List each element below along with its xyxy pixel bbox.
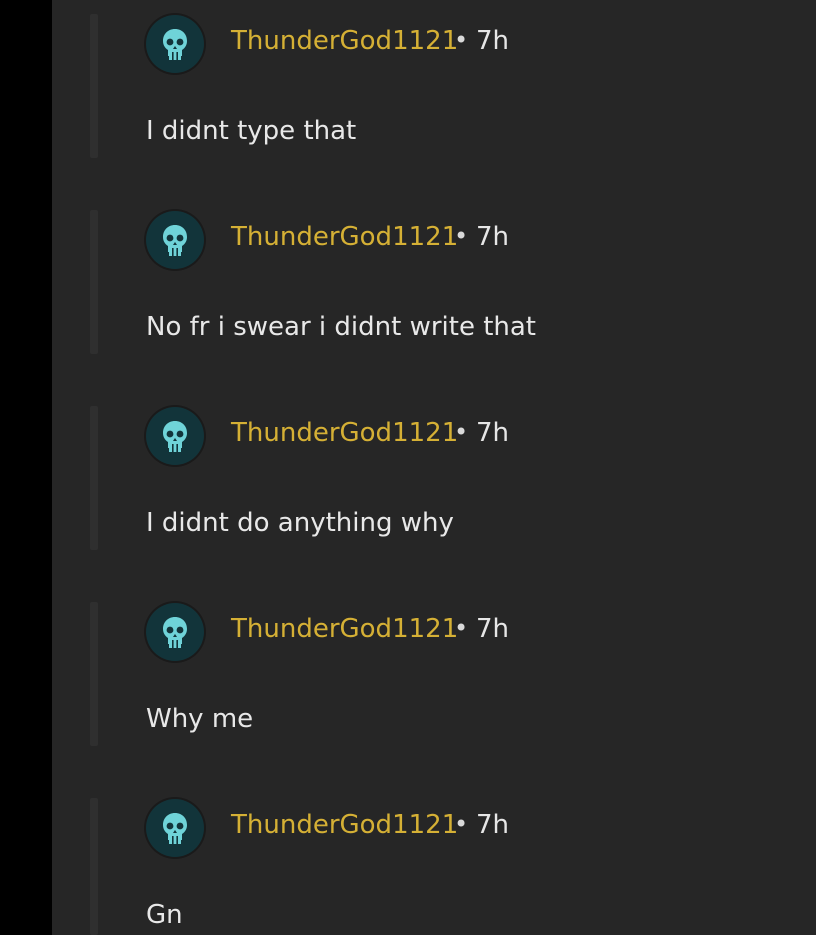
separator-dot: • (454, 26, 469, 54)
timestamp: 7h (476, 614, 510, 644)
timestamp: 7h (476, 222, 510, 252)
comment: ThunderGod1121 • 7h Gn (52, 784, 816, 935)
skull-icon (163, 29, 187, 60)
separator-dot: • (454, 810, 469, 838)
separator-dot: • (454, 614, 469, 642)
comment: ThunderGod1121 • 7h I didnt type that (52, 0, 816, 196)
skull-icon (163, 421, 187, 452)
comment-text: I didnt do anything why (146, 508, 454, 538)
username-link[interactable]: ThunderGod1121 (231, 418, 458, 448)
comment: ThunderGod1121 • 7h I didnt do anything … (52, 392, 816, 588)
comment-text: Gn (146, 900, 183, 930)
comment: ThunderGod1121 • 7h No fr i swear i didn… (52, 196, 816, 392)
skull-icon (163, 813, 187, 844)
comment: ThunderGod1121 • 7h Why me (52, 588, 816, 784)
comment-text: I didnt type that (146, 116, 357, 146)
avatar[interactable] (146, 799, 204, 857)
username-link[interactable]: ThunderGod1121 (231, 810, 458, 840)
comment-text: No fr i swear i didnt write that (146, 312, 536, 342)
skull-icon (163, 225, 187, 256)
timestamp: 7h (476, 810, 510, 840)
timestamp: 7h (476, 418, 510, 448)
avatar[interactable] (146, 407, 204, 465)
avatar[interactable] (146, 15, 204, 73)
timestamp: 7h (476, 26, 510, 56)
username-link[interactable]: ThunderGod1121 (231, 614, 458, 644)
comment-thread-panel: ThunderGod1121 • 7h I didnt type that Th… (52, 0, 816, 935)
username-link[interactable]: ThunderGod1121 (231, 222, 458, 252)
comment-text: Why me (146, 704, 254, 734)
avatar[interactable] (146, 211, 204, 269)
separator-dot: • (454, 222, 469, 250)
username-link[interactable]: ThunderGod1121 (231, 26, 458, 56)
skull-icon (163, 617, 187, 648)
avatar[interactable] (146, 603, 204, 661)
separator-dot: • (454, 418, 469, 446)
